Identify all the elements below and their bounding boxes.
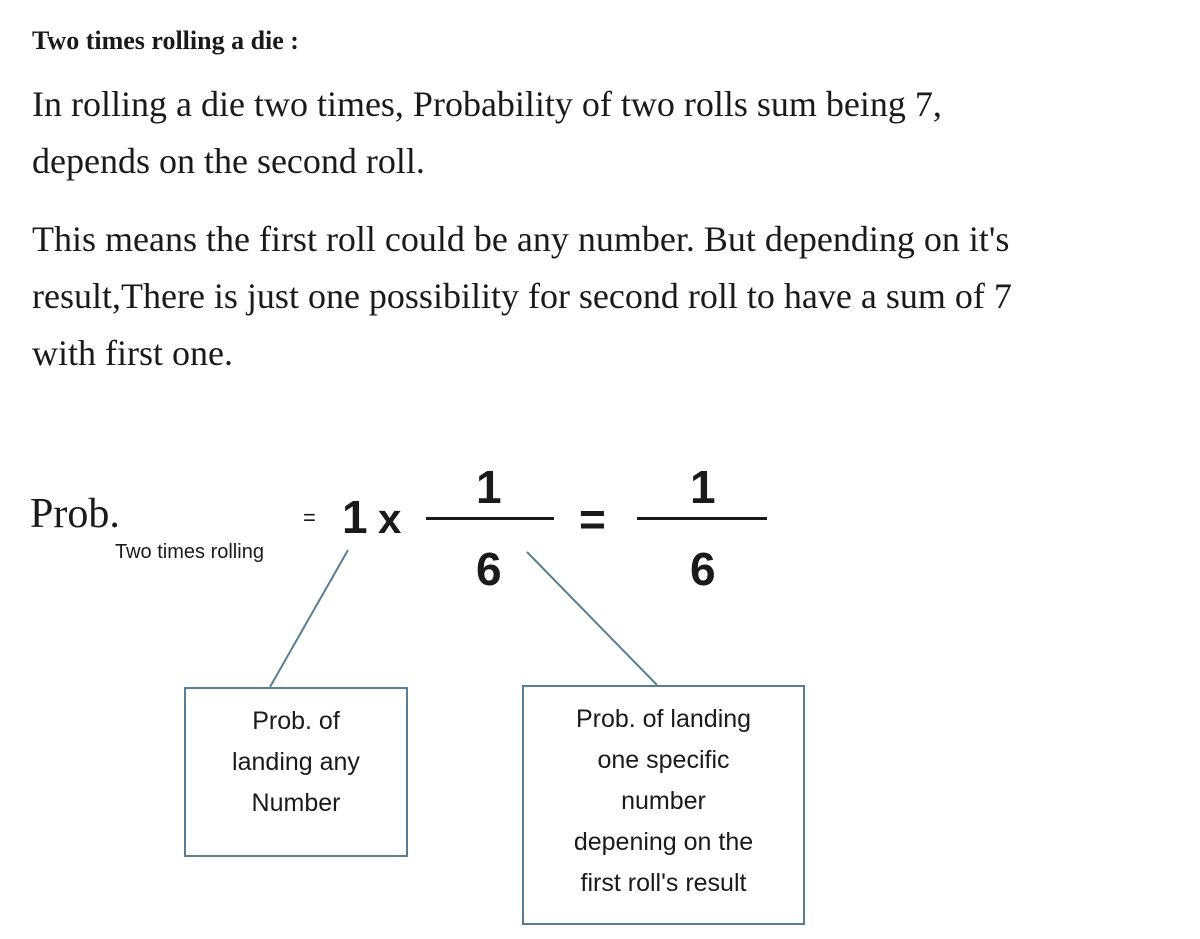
fraction2-numerator: 1 [690, 461, 716, 513]
connector-right [526, 551, 658, 686]
prob-subscript: Two times rolling [115, 541, 264, 563]
times-sign: x [378, 495, 402, 542]
paragraph-intro-line-2: depends on the second roll. [32, 141, 425, 181]
connector-left [269, 549, 349, 688]
callout-specific-number-line-1: Prob. of landing [575, 705, 752, 733]
fraction2-bar [637, 517, 767, 520]
paragraph-intro: In rolling a die two times, Probability … [32, 76, 942, 190]
fraction1-denominator: 6 [476, 543, 502, 595]
callout-specific-number-line-5: first roll's result [580, 869, 747, 897]
small-equals-sign: = [303, 505, 316, 530]
fraction1-bar [426, 517, 554, 520]
fraction2-denominator: 6 [690, 543, 716, 595]
paragraph-explanation: This means the first roll could be any n… [32, 211, 1012, 382]
paragraph-explanation-line-1: This means the first roll could be any n… [32, 219, 1010, 259]
callout-any-number: Prob. of landing any Number [184, 687, 408, 857]
paragraph-explanation-line-3: with first one. [32, 333, 233, 373]
callout-specific-number-line-4: depening on the [573, 828, 754, 856]
callout-any-number-line-2: landing any [232, 748, 360, 776]
equals-sign: = [579, 493, 606, 545]
fraction1-numerator: 1 [476, 461, 502, 513]
callout-specific-number-line-3: number [621, 787, 706, 815]
first-factor: 1 [342, 491, 368, 543]
callout-any-number-line-1: Prob. of [252, 707, 340, 735]
callout-any-number-line-3: Number [251, 789, 341, 817]
paragraph-explanation-line-2: result,There is just one possibility for… [32, 276, 1012, 316]
prob-label: Prob. [30, 491, 120, 537]
callout-specific-number-line-2: one specific [597, 746, 730, 774]
paragraph-intro-line-1: In rolling a die two times, Probability … [32, 84, 942, 124]
callout-specific-number: Prob. of landing one specific number dep… [522, 685, 805, 925]
heading: Two times rolling a die : [32, 26, 299, 55]
